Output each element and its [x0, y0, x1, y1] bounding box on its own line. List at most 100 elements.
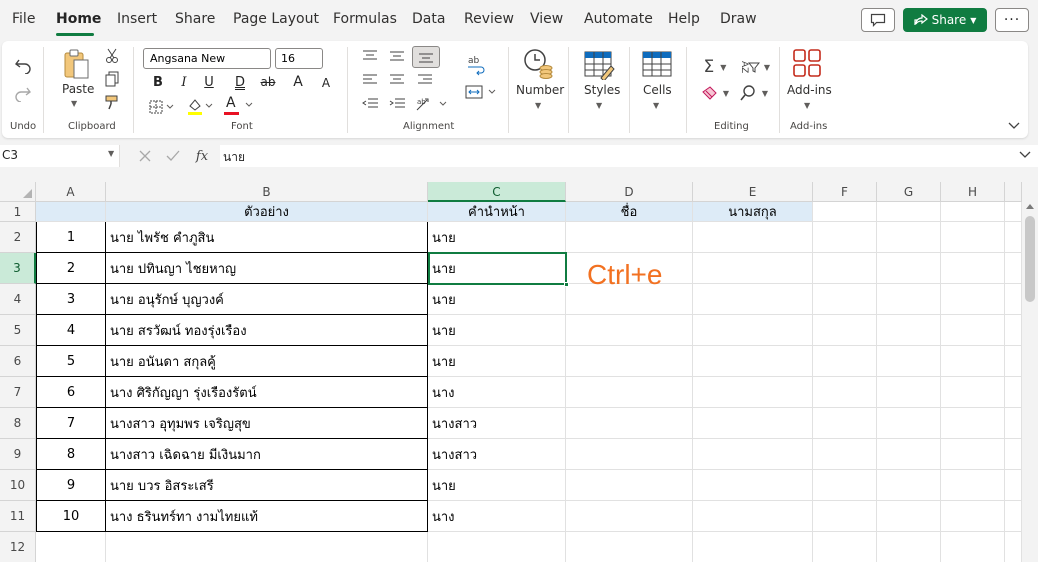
cell[interactable]: [566, 315, 693, 346]
wrap-text-icon[interactable]: ab: [465, 54, 487, 78]
chevron-down-icon[interactable]: ▼: [535, 101, 541, 110]
cell[interactable]: [813, 439, 877, 470]
cell[interactable]: 2: [36, 253, 106, 284]
cell[interactable]: [1005, 222, 1022, 253]
cell[interactable]: 8: [36, 439, 106, 470]
cell[interactable]: นาย: [428, 284, 566, 315]
grow-font-button[interactable]: A: [289, 73, 307, 91]
cell[interactable]: [693, 439, 813, 470]
chevron-down-icon[interactable]: ▼: [653, 101, 659, 110]
cell[interactable]: นางสาว เฉิดฉาย มีเงินมาก: [106, 439, 428, 470]
cell[interactable]: นาย ไพรัช คำภูสิน: [106, 222, 428, 253]
cell[interactable]: [941, 222, 1005, 253]
cell[interactable]: [813, 470, 877, 501]
chevron-down-icon[interactable]: ▼: [596, 101, 602, 110]
align-right-icon[interactable]: [416, 72, 434, 88]
cell[interactable]: [941, 377, 1005, 408]
cell[interactable]: [566, 222, 693, 253]
row-header-12[interactable]: 12: [0, 532, 36, 562]
cell[interactable]: นาย ปทินญา ไชยหาญ: [106, 253, 428, 284]
chevron-down-icon[interactable]: ▼: [804, 101, 810, 110]
cell[interactable]: 5: [36, 346, 106, 377]
cell[interactable]: [941, 470, 1005, 501]
addins-icon[interactable]: [791, 47, 823, 79]
cell[interactable]: คำนำหน้า: [428, 202, 566, 222]
cell[interactable]: [693, 470, 813, 501]
cell[interactable]: นางสาว อุทุมพร เจริญสุข: [106, 408, 428, 439]
tab-file[interactable]: File: [12, 11, 35, 27]
cell[interactable]: [566, 532, 693, 562]
align-bottom-icon[interactable]: [412, 46, 440, 68]
cell[interactable]: [693, 408, 813, 439]
cell[interactable]: 4: [36, 315, 106, 346]
comments-button[interactable]: [861, 8, 895, 32]
tab-view[interactable]: View: [530, 11, 563, 27]
cell[interactable]: [941, 408, 1005, 439]
cell[interactable]: [877, 377, 941, 408]
format-painter-icon[interactable]: [102, 93, 122, 111]
cell[interactable]: [693, 315, 813, 346]
redo-icon[interactable]: [12, 83, 34, 105]
cell[interactable]: นาย: [428, 315, 566, 346]
cell[interactable]: [1005, 346, 1022, 377]
align-middle-icon[interactable]: [388, 48, 406, 64]
row-header-5[interactable]: 5: [0, 315, 36, 346]
row-header-7[interactable]: 7: [0, 377, 36, 408]
tab-formulas[interactable]: Formulas: [333, 11, 397, 27]
tab-automate[interactable]: Automate: [584, 11, 653, 27]
row-header-3[interactable]: 3: [0, 253, 36, 284]
cell[interactable]: [941, 501, 1005, 532]
merge-center-icon[interactable]: [465, 83, 499, 101]
decrease-indent-icon[interactable]: [361, 96, 379, 112]
row-header-2[interactable]: 2: [0, 222, 36, 253]
cell[interactable]: [813, 222, 877, 253]
cell[interactable]: นาง: [428, 501, 566, 532]
align-top-icon[interactable]: [361, 48, 379, 64]
cell[interactable]: [941, 284, 1005, 315]
font-name-dropdown[interactable]: [143, 48, 271, 69]
row-header-9[interactable]: 9: [0, 439, 36, 470]
cell[interactable]: นางสาว: [428, 439, 566, 470]
expand-formula-icon[interactable]: [1017, 148, 1033, 162]
cell[interactable]: [566, 408, 693, 439]
clear-icon[interactable]: ▼: [698, 82, 732, 104]
share-button[interactable]: Share ▼: [903, 8, 987, 32]
cell[interactable]: 7: [36, 408, 106, 439]
tab-page-layout[interactable]: Page Layout: [233, 11, 319, 27]
vertical-scrollbar[interactable]: [1022, 198, 1038, 562]
find-select-icon[interactable]: ▼: [737, 82, 771, 104]
underline-button[interactable]: U: [201, 73, 217, 91]
cell[interactable]: [941, 346, 1005, 377]
cell[interactable]: [813, 377, 877, 408]
cell[interactable]: [813, 501, 877, 532]
cell[interactable]: [106, 532, 428, 562]
cell[interactable]: [1005, 439, 1022, 470]
cell[interactable]: [813, 284, 877, 315]
cell[interactable]: [877, 408, 941, 439]
number-format-icon[interactable]: [521, 47, 555, 81]
align-center-icon[interactable]: [388, 72, 406, 88]
cell[interactable]: [1005, 202, 1022, 222]
column-header-b[interactable]: B: [106, 182, 428, 202]
column-header-a[interactable]: A: [36, 182, 106, 202]
cell[interactable]: [877, 284, 941, 315]
orientation-icon[interactable]: ab: [415, 95, 449, 113]
bold-button[interactable]: B: [150, 73, 166, 91]
cell[interactable]: [566, 470, 693, 501]
cell[interactable]: นาย: [428, 470, 566, 501]
cell[interactable]: [877, 532, 941, 562]
name-box[interactable]: C3 ▼: [0, 145, 120, 167]
column-header-g[interactable]: G: [877, 182, 941, 202]
fill-color-icon[interactable]: [186, 96, 214, 116]
row-header-4[interactable]: 4: [0, 284, 36, 315]
cell[interactable]: [813, 346, 877, 377]
cell[interactable]: [941, 202, 1005, 222]
cell[interactable]: ตัวอย่าง: [106, 202, 428, 222]
cell[interactable]: [428, 532, 566, 562]
more-options-button[interactable]: ···: [995, 8, 1029, 32]
cell[interactable]: [941, 253, 1005, 284]
cell[interactable]: [1005, 408, 1022, 439]
copy-icon[interactable]: [102, 70, 122, 88]
cell[interactable]: [877, 222, 941, 253]
cell[interactable]: นางสาว: [428, 408, 566, 439]
